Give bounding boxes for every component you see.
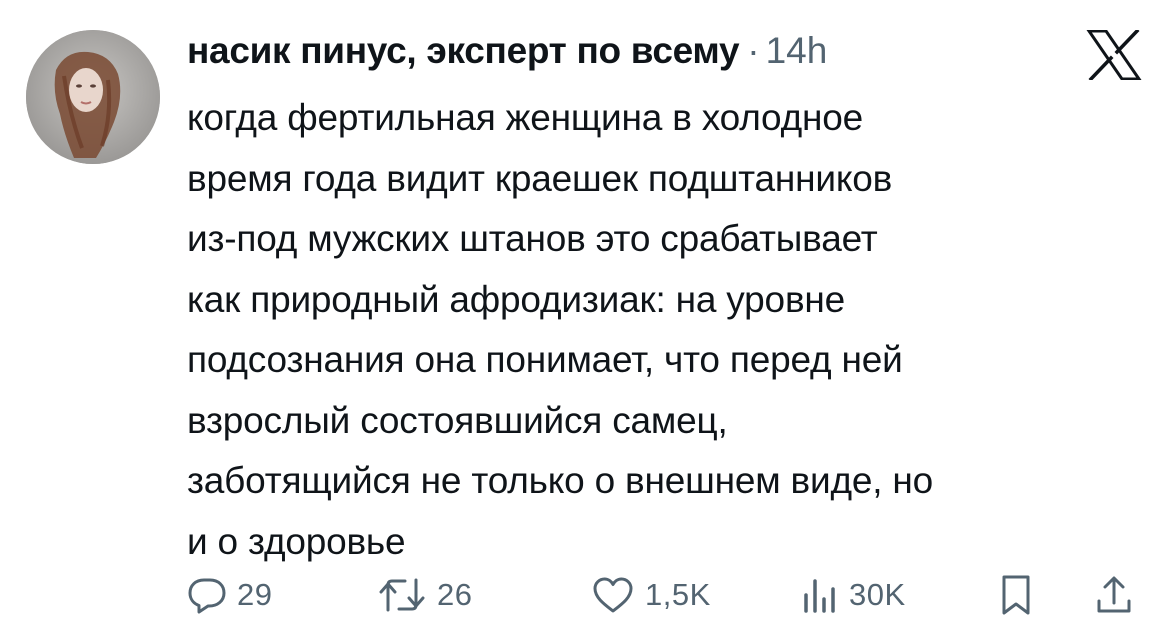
tweet-text: когда фертильная женщина в холодное врем… [187,88,1147,572]
share-upload-icon [1097,576,1131,613]
tweet-header: насик пинус, эксперт по всему · 14h [187,30,827,78]
author-name[interactable]: насик пинус, эксперт по всему [187,30,740,72]
avatar[interactable] [26,30,160,164]
repost-button[interactable]: 26 [377,570,472,620]
reply-bubble-icon [188,578,226,614]
repost-arrows-icon [379,578,425,612]
action-bar: 29 26 1,5K 30K [187,570,1147,620]
tweet-text-line: взрослый состоявшийся самец, [187,399,728,441]
tweet-text-line: когда фертильная женщина в холодное [187,97,863,138]
separator-dot: · [747,30,760,71]
tweet-text-line: и о здоровье [187,520,406,562]
reply-button[interactable]: 29 [187,570,272,620]
heart-icon [593,577,633,613]
share-button[interactable] [1095,570,1133,620]
bar-chart-icon [804,579,835,613]
views-count: 30K [849,577,906,612]
bookmark-icon [1002,575,1030,615]
tweet-text-line: заботящийся не только о внешнем виде, но [187,460,933,501]
timestamp[interactable]: 14h [766,30,828,72]
tweet-text-line: подсознания она понимает, что перед ней [187,339,903,380]
x-logo-icon [1086,28,1142,82]
like-button[interactable]: 1,5K [591,570,711,620]
tweet-text-line: из-под мужских штанов это срабатывает [187,218,878,259]
avatar-image [26,30,160,164]
repost-count: 26 [437,577,473,612]
reply-count: 29 [237,577,273,612]
tweet-text-line: как природный афродизиак: на уровне [187,278,846,320]
bookmark-button[interactable] [999,570,1033,620]
tweet-text-line: время года видит краешек подштанников [187,157,893,199]
like-count: 1,5K [645,577,711,612]
views-button[interactable]: 30K [801,570,906,620]
